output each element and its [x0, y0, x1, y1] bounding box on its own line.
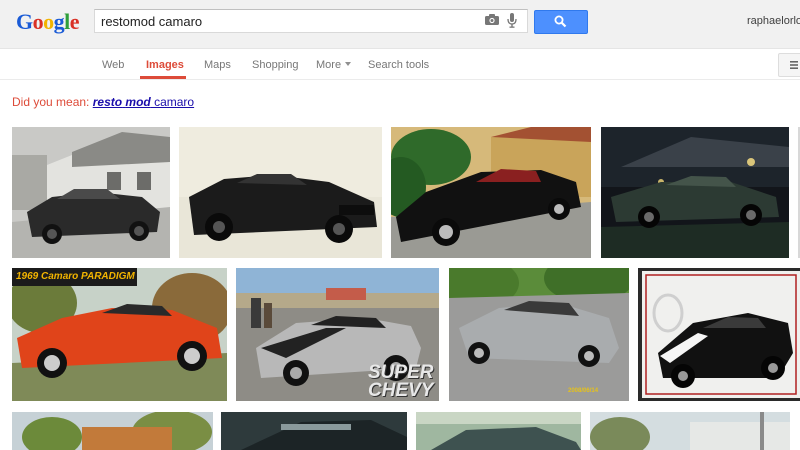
settings-button[interactable] — [778, 53, 800, 77]
suggestion-bold-2: mod — [125, 95, 151, 109]
active-tab-indicator — [140, 76, 186, 79]
car-image — [391, 127, 591, 258]
image-watermark: SUPER CHEVY — [368, 362, 434, 401]
car-image — [416, 412, 581, 450]
car-image — [642, 271, 800, 398]
suggestion-bold-1: resto — [92, 95, 123, 109]
image-result[interactable] — [638, 268, 800, 401]
logo-letter: e — [69, 9, 80, 34]
car-image — [449, 268, 629, 401]
gear-icon — [790, 61, 798, 69]
image-result[interactable] — [12, 412, 213, 450]
tab-search-tools[interactable]: Search tools — [368, 59, 429, 71]
search-box — [94, 9, 528, 33]
dropdown-arrow-icon — [345, 62, 352, 66]
user-name-link[interactable]: raphaelorlove — [747, 15, 800, 27]
top-header: Google raphaelorlove — [0, 0, 800, 49]
search-button[interactable] — [534, 10, 588, 34]
image-result[interactable] — [416, 412, 581, 450]
logo-letter: g — [53, 9, 65, 34]
car-image — [12, 268, 227, 401]
tab-web[interactable]: Web — [102, 59, 124, 71]
image-result[interactable]: SUPER CHEVY — [236, 268, 439, 401]
logo-letter: o — [32, 9, 44, 34]
image-result[interactable] — [179, 127, 382, 258]
car-image — [12, 412, 213, 450]
tab-more[interactable]: More — [316, 59, 352, 71]
image-result[interactable]: 2008/06/14 — [449, 268, 629, 401]
tab-images[interactable]: Images — [146, 59, 184, 71]
image-result[interactable] — [590, 412, 790, 450]
image-result[interactable] — [391, 127, 591, 258]
tab-more-label: More — [316, 59, 342, 71]
camera-icon[interactable] — [485, 14, 499, 25]
spelling-suggestion: Did you mean: resto mod camaro — [12, 95, 194, 109]
suggestion-rest: camaro — [150, 95, 195, 109]
logo-letter: G — [16, 9, 33, 34]
image-result[interactable] — [601, 127, 789, 258]
search-input[interactable] — [95, 10, 481, 32]
search-nav-bar: Web Images Maps Shopping More Search too… — [0, 49, 800, 80]
image-result[interactable] — [12, 127, 170, 258]
car-image — [601, 127, 789, 258]
suggestion-prefix: Did you mean: — [12, 95, 93, 109]
car-image — [221, 412, 407, 450]
microphone-icon[interactable] — [507, 13, 517, 28]
car-image — [12, 127, 170, 258]
image-result[interactable]: 1969 Camaro PARADIGM — [12, 268, 227, 401]
tab-shopping[interactable]: Shopping — [252, 59, 299, 71]
logo-letter: o — [43, 9, 54, 34]
suggestion-link[interactable]: resto mod camaro — [93, 95, 194, 109]
google-logo[interactable]: Google — [16, 9, 80, 35]
image-banner-text: 1969 Camaro PARADIGM — [16, 271, 135, 282]
image-date-stamp: 2008/06/14 — [568, 388, 599, 394]
car-image — [179, 127, 382, 258]
image-result[interactable] — [221, 412, 407, 450]
car-image — [590, 412, 790, 450]
search-icon — [554, 15, 567, 28]
tab-maps[interactable]: Maps — [204, 59, 231, 71]
